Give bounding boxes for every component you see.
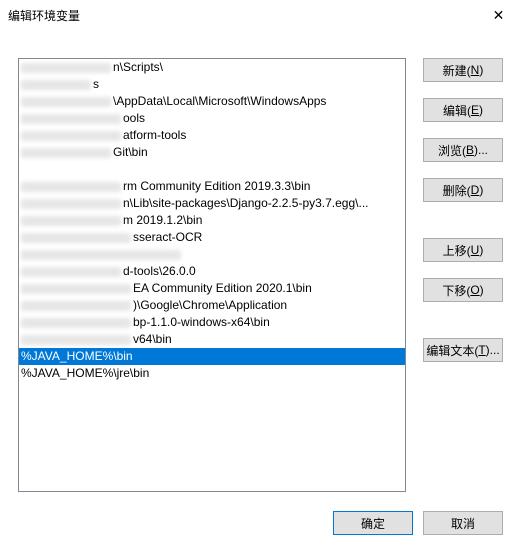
list-item-text: %JAVA_HOME%\bin	[21, 349, 133, 363]
ok-button[interactable]: 确定	[333, 511, 413, 535]
list-item[interactable]: Git\bin	[19, 144, 405, 161]
move-down-button[interactable]: 下移(O)	[423, 278, 503, 302]
list-item-text: n\Scripts\	[113, 60, 163, 74]
list-item-text: n\Lib\site-packages\Django-2.2.5-py3.7.e…	[123, 196, 368, 210]
list-item-text: bp-1.1.0-windows-x64\bin	[133, 315, 270, 329]
list-item-text: atform-tools	[123, 128, 186, 142]
titlebar: 编辑环境变量 ✕	[0, 0, 521, 30]
list-item[interactable]: m 2019.1.2\bin	[19, 212, 405, 229]
list-item[interactable]: n\Lib\site-packages\Django-2.2.5-py3.7.e…	[19, 195, 405, 212]
list-item-text: d-tools\26.0.0	[123, 264, 196, 278]
list-item-text: \AppData\Local\Microsoft\WindowsApps	[113, 94, 326, 108]
new-button[interactable]: 新建(N)	[423, 58, 503, 82]
list-item[interactable]: %JAVA_HOME%\jre\bin	[19, 365, 405, 382]
list-item-text: sseract-OCR	[133, 230, 202, 244]
dialog-footer: 确定 取消	[333, 511, 503, 535]
list-item[interactable]: n\Scripts\	[19, 59, 405, 76]
list-item[interactable]	[19, 246, 405, 263]
list-item-text: EA Community Edition 2020.1\bin	[133, 281, 312, 295]
list-item-text: rm Community Edition 2019.3.3\bin	[123, 179, 310, 193]
move-up-button[interactable]: 上移(U)	[423, 238, 503, 262]
list-item[interactable]: atform-tools	[19, 127, 405, 144]
edit-text-button[interactable]: 编辑文本(T)...	[423, 338, 503, 362]
list-item[interactable]: ools	[19, 110, 405, 127]
list-item-text: s	[93, 77, 99, 91]
list-item[interactable]: rm Community Edition 2019.3.3\bin	[19, 178, 405, 195]
cancel-button[interactable]: 取消	[423, 511, 503, 535]
button-column: 新建(N) 编辑(E) 浏览(B)... 删除(D) 上移(U) 下移(O) 编…	[423, 58, 503, 368]
list-item-text: )\Google\Chrome\Application	[133, 298, 287, 312]
list-item-text: ools	[123, 111, 145, 125]
list-item[interactable]: v64\bin	[19, 331, 405, 348]
edit-button[interactable]: 编辑(E)	[423, 98, 503, 122]
list-item[interactable]: d-tools\26.0.0	[19, 263, 405, 280]
list-item[interactable]: EA Community Edition 2020.1\bin	[19, 280, 405, 297]
list-item[interactable]: %JAVA_HOME%\bin	[19, 348, 405, 365]
delete-button[interactable]: 删除(D)	[423, 178, 503, 202]
list-item[interactable]: bp-1.1.0-windows-x64\bin	[19, 314, 405, 331]
browse-button[interactable]: 浏览(B)...	[423, 138, 503, 162]
list-item[interactable]: \AppData\Local\Microsoft\WindowsApps	[19, 93, 405, 110]
list-item[interactable]: )\Google\Chrome\Application	[19, 297, 405, 314]
path-listbox[interactable]: n\Scripts\ s \AppData\Local\Microsoft\Wind…	[18, 58, 406, 492]
list-item-text: m 2019.1.2\bin	[123, 213, 202, 227]
list-item-text: Git\bin	[113, 145, 148, 159]
dialog-content: n\Scripts\ s \AppData\Local\Microsoft\Wind…	[0, 30, 521, 551]
list-item[interactable]	[19, 161, 405, 178]
close-icon[interactable]: ✕	[476, 0, 521, 30]
list-item-text: v64\bin	[133, 332, 172, 346]
list-item[interactable]: sseract-OCR	[19, 229, 405, 246]
list-item[interactable]: s	[19, 76, 405, 93]
dialog-title: 编辑环境变量	[8, 7, 80, 24]
list-item-text: %JAVA_HOME%\jre\bin	[21, 366, 149, 380]
